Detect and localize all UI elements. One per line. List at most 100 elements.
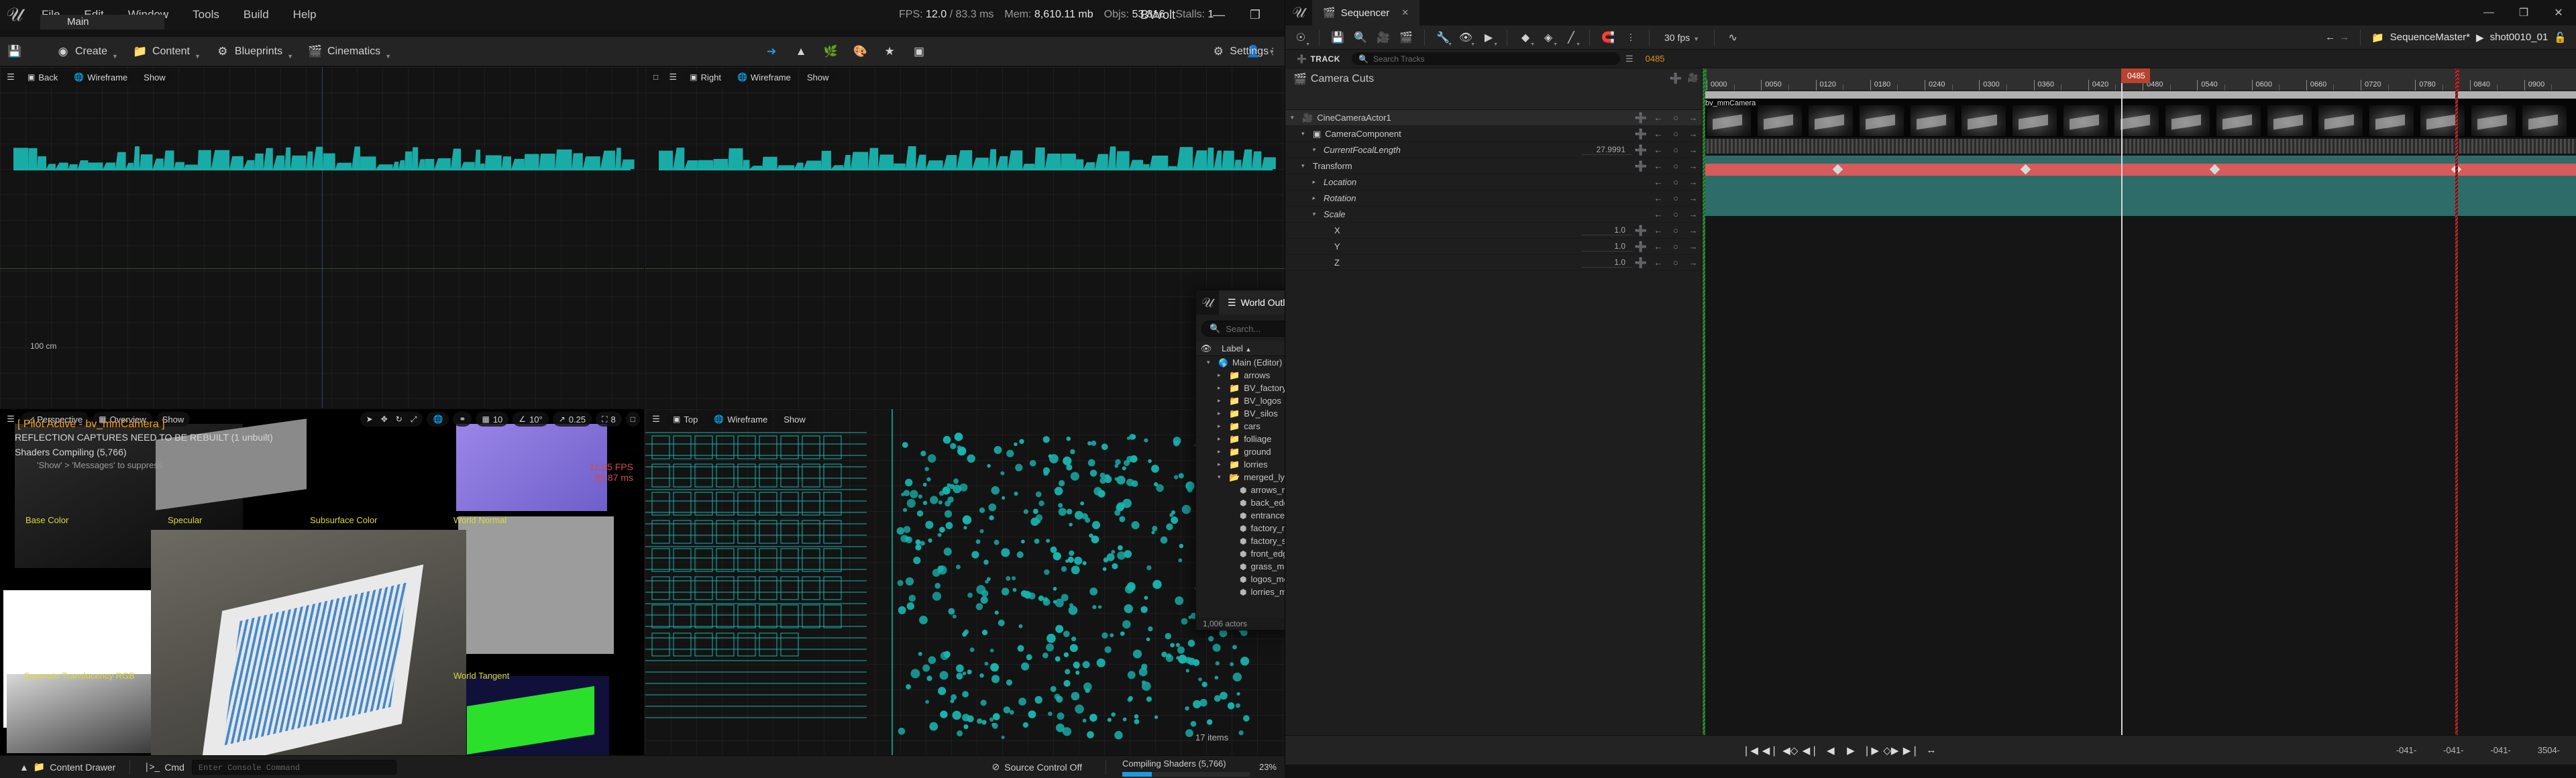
sequencer-track-row[interactable]: ▸ Rotation ← ○ → <box>1285 190 1702 207</box>
source-control-button[interactable]: ⊘ Source Control Off <box>985 759 1089 775</box>
expander-icon[interactable]: ▾ <box>1207 359 1214 366</box>
expander-icon[interactable]: ▸ <box>1218 435 1225 443</box>
expander-icon[interactable]: ▾ <box>1312 146 1320 154</box>
camera-cuts-camera-icon[interactable]: 🎥 <box>1684 72 1702 83</box>
expander-icon[interactable]: ▾ <box>1301 162 1309 170</box>
previous-key-button[interactable]: ← <box>1650 209 1667 219</box>
sequencer-track-value[interactable]: 1.0 <box>1582 258 1632 268</box>
fracture-mode-button[interactable]: ★ <box>875 40 904 64</box>
camera-cuts-track[interactable]: 🎬 Camera Cuts ➕ 🎥 <box>1285 68 1702 110</box>
move-tool-icon[interactable]: ✥ <box>381 414 388 424</box>
select-tool-icon[interactable]: ➤ <box>366 414 373 424</box>
previous-key-button[interactable]: ← <box>1650 193 1667 203</box>
timeline-track-band-1[interactable] <box>1703 156 2576 216</box>
viewport-scale-snap-button[interactable]: ↗ 0.25 <box>552 412 592 427</box>
sequencer-track-row[interactable]: ▾ CurrentFocalLength 27.9991 ➕ ← ○ → <box>1285 142 1702 158</box>
console-cmd-button[interactable]: ∣>_ Cmd <box>137 759 192 775</box>
sequencer-track-value[interactable]: 27.9991 <box>1582 145 1632 155</box>
previous-key-button[interactable]: ← <box>1650 225 1667 235</box>
viewport-back-shading-button[interactable]: 🌐 Wireframe <box>68 70 134 85</box>
curve-editor-icon[interactable]: ∿ <box>1721 27 1744 48</box>
viewport-grid-snap-button[interactable]: ▦ 10 <box>476 412 509 427</box>
add-key-button[interactable]: ➕ <box>1632 128 1650 140</box>
create-button[interactable]: ◉ Create ▼ <box>48 40 125 64</box>
expander-icon[interactable]: ▾ <box>1301 130 1309 137</box>
viewport-menu-icon[interactable]: ☰ <box>4 70 17 85</box>
sequencer-minimize-button[interactable]: — <box>2471 0 2506 25</box>
sequencer-timeline[interactable]: 0485 0000 0050 0120 0180 0240 0300 0360 0420 048… <box>1703 68 2576 735</box>
set-key-button[interactable]: ○ <box>1667 258 1684 268</box>
playback-icon[interactable]: ▶ ▼ <box>1477 27 1500 48</box>
set-key-button[interactable]: ○ <box>1667 129 1684 139</box>
content-button[interactable]: 📁 Content ▼ <box>125 40 208 64</box>
next-key-button[interactable]: → <box>1684 113 1702 123</box>
jump-to-end-button[interactable]: ▶❘ <box>1901 740 1921 761</box>
viewport-perspective[interactable]: [ Pilot Active - bv_mmCamera ] REFLECTIO… <box>0 409 644 755</box>
tools-icon[interactable]: 🔧 ▼ <box>1432 27 1454 48</box>
viewport-top-view-button[interactable]: ▣ Top <box>667 412 704 427</box>
sequencer-fps-button[interactable]: 30 fps ▼ <box>1656 29 1707 46</box>
expander-icon[interactable]: ▸ <box>1312 194 1320 202</box>
viewport-maximize-button[interactable]: □ <box>649 70 663 85</box>
search-icon[interactable]: 🔍 <box>1349 27 1372 48</box>
previous-key-button[interactable]: ← <box>1650 129 1667 139</box>
sequencer-track-row[interactable]: ▾ Scale ← ○ → <box>1285 207 1702 223</box>
set-key-button[interactable]: ○ <box>1667 225 1684 235</box>
level-tab-main[interactable]: Main <box>40 15 164 30</box>
set-key-button[interactable]: ○ <box>1667 113 1684 123</box>
world-icon[interactable]: ☉ ▼ <box>1289 27 1312 48</box>
next-key-button[interactable]: → <box>1684 177 1702 187</box>
next-key-button[interactable]: → <box>1684 225 1702 235</box>
sequencer-close-button[interactable]: ✕ <box>2541 0 2576 25</box>
scale-tool-icon[interactable]: ⤢ <box>411 414 417 425</box>
key-icon[interactable]: ◆ ▼ <box>1514 27 1537 48</box>
expander-icon[interactable]: ▸ <box>1218 448 1225 455</box>
add-track-button[interactable]: ➕ TRACK <box>1291 52 1346 66</box>
viewport-angle-snap-button[interactable]: ∠ 10° <box>513 412 549 427</box>
select-mode-button[interactable]: ➔ <box>757 40 786 64</box>
next-key-button[interactable]: ◇▶ <box>1881 740 1901 761</box>
viewport-top-show-button[interactable]: Show <box>777 412 812 427</box>
render-movie-icon[interactable]: 🎬 <box>1395 27 1417 48</box>
foliage-mode-button[interactable]: 🌿 <box>816 40 845 64</box>
expander-icon[interactable]: ▸ <box>1218 397 1225 404</box>
viewport-right-show-button[interactable]: Show <box>800 70 835 85</box>
next-key-button[interactable]: → <box>1684 161 1702 171</box>
breadcrumb-root[interactable]: SequenceMaster* <box>2390 32 2470 43</box>
viewport-menu-icon[interactable]: ☰ <box>4 412 17 427</box>
viewport-right[interactable]: □ ☰ ▣ Right 🌐 Wireframe Show <box>645 67 1286 408</box>
minimize-button[interactable]: — <box>1201 0 1237 30</box>
camera-cuts-add-button[interactable]: ➕ <box>1667 72 1684 85</box>
unreal-logo-icon[interactable]: 𝒰 <box>0 0 30 30</box>
sequencer-track-row[interactable]: ▾ ▣ CameraComponent ➕ ← ○ → <box>1285 126 1702 142</box>
step-back-section-button[interactable]: ◀❘ <box>1760 740 1780 761</box>
viewport-top-shading-button[interactable]: 🌐 Wireframe <box>708 412 774 427</box>
next-key-button[interactable]: → <box>1684 129 1702 139</box>
menu-help[interactable]: Help <box>281 0 329 30</box>
eye-icon[interactable]: 👁 ▼ <box>1454 27 1477 48</box>
sequencer-track-value[interactable]: 1.0 <box>1582 225 1632 235</box>
loop-button[interactable]: ↔ <box>1921 740 1941 761</box>
console-command-input[interactable]: Enter Console Command <box>191 759 396 775</box>
tab-sequencer[interactable]: 🎬 Sequencer ✕ <box>1312 0 1420 25</box>
add-key-button[interactable]: ➕ <box>1632 144 1650 156</box>
expander-icon[interactable]: ▸ <box>1218 384 1225 392</box>
expander-icon[interactable]: ▸ <box>1312 178 1320 186</box>
set-key-button[interactable]: ○ <box>1667 177 1684 187</box>
previous-key-button[interactable]: ← <box>1650 177 1667 187</box>
step-back-frame-button[interactable]: ◀❘ <box>1801 740 1821 761</box>
sequencer-track-row[interactable]: ▾ 🎥 CineCameraActor1 ➕ ← ○ → <box>1285 110 1702 126</box>
blueprints-button[interactable]: ⚙ Blueprints ▼ <box>208 40 301 64</box>
set-key-button[interactable]: ○ <box>1667 161 1684 171</box>
add-key-button[interactable]: ➕ <box>1632 257 1650 269</box>
track-search-input[interactable]: 🔍 Search Tracks <box>1351 52 1620 65</box>
key-interp-icon[interactable]: ◈ ▼ <box>1537 27 1560 48</box>
viewport-top[interactable]: ☰ ▣ Top 🌐 Wireframe Show <box>645 409 1286 755</box>
viewport-menu-icon[interactable]: ☰ <box>666 70 680 85</box>
viewport-back-view-button[interactable]: ▣ Back <box>21 70 64 85</box>
save-sequence-icon[interactable]: 💾 <box>1326 27 1349 48</box>
sequencer-track-row[interactable]: ▾ Transform ➕ ← ○ → <box>1285 158 1702 174</box>
previous-key-button[interactable]: ← <box>1650 258 1667 268</box>
timeline-playhead[interactable] <box>2121 68 2123 735</box>
sequencer-maximize-button[interactable]: ❐ <box>2506 0 2541 25</box>
